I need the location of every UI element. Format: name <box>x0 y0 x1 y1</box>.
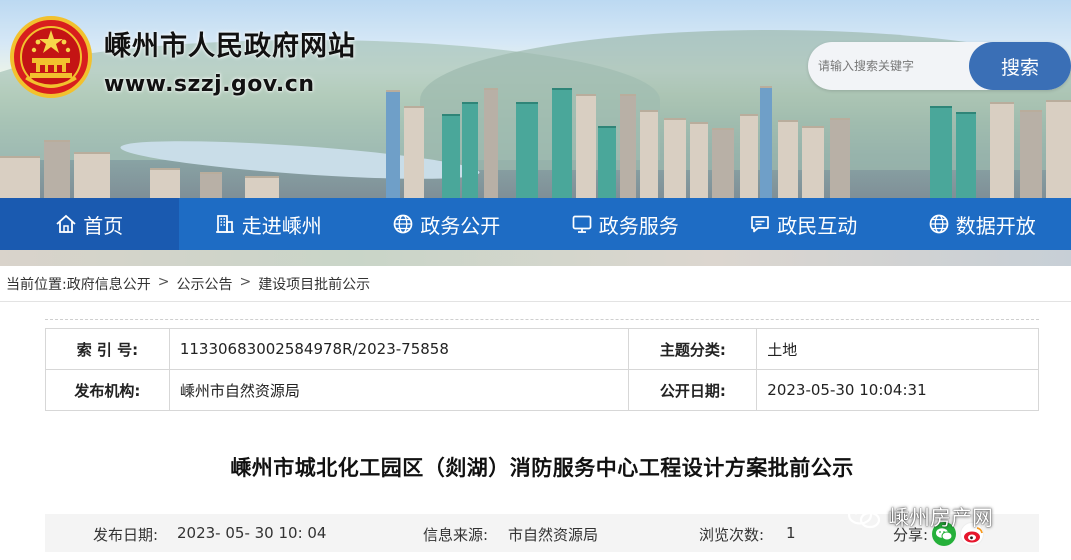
search-input[interactable] <box>818 52 968 80</box>
building-icon <box>214 213 236 235</box>
globe-icon <box>928 213 950 235</box>
header-banner: 嵊州市人民政府网站 www.szzj.gov.cn 搜索 <box>0 0 1071 198</box>
globe-icon <box>392 213 414 235</box>
watermark-text: 嵊州房产网 <box>888 506 993 530</box>
topic-value: 土地 <box>756 328 1039 370</box>
topic-label: 主题分类: <box>628 328 758 370</box>
publish-date-value: 2023- 05- 30 10: 04 <box>177 524 327 542</box>
nav-item-open-data[interactable]: 数据开放 <box>893 198 1071 250</box>
breadcrumb: 当前位置: 政府信息公开 > 公示公告 > 建设项目批前公示 <box>6 274 370 294</box>
nav-item-gov-info[interactable]: 政务公开 <box>357 198 536 250</box>
breadcrumb-prefix: 当前位置: <box>6 277 67 293</box>
source-label: 信息来源: <box>423 526 489 544</box>
views-value: 1 <box>786 524 796 542</box>
views-label: 浏览次数: <box>699 526 765 544</box>
nav-label: 首页 <box>83 213 124 238</box>
site-url[interactable]: www.szzj.gov.cn <box>104 72 315 97</box>
publisher-label: 发布机构: <box>45 369 170 411</box>
open-date-label: 公开日期: <box>628 369 758 411</box>
site-title: 嵊州市人民政府网站 <box>104 31 356 62</box>
search-box: 搜索 <box>808 42 1071 90</box>
breadcrumb-item-gov-info[interactable]: 政府信息公开 <box>67 274 151 294</box>
search-button[interactable]: 搜索 <box>969 42 1071 90</box>
main-nav: 首页 走进嵊州 政务公开 政务服务 政民互动 数据开放 <box>0 198 1071 250</box>
table-row: 索 引 号: 11330683002584978R/2023-75858 主题分… <box>45 328 1039 370</box>
nav-label: 走进嵊州 <box>241 213 322 238</box>
article-title: 嵊州市城北化工园区（剡湖）消防服务中心工程设计方案批前公示 <box>230 456 854 480</box>
nav-item-about[interactable]: 走进嵊州 <box>179 198 358 250</box>
national-emblem-icon <box>10 16 92 98</box>
index-label: 索 引 号: <box>45 328 170 370</box>
breadcrumb-item-notices[interactable]: 公示公告 <box>176 274 232 294</box>
nav-label: 数据开放 <box>955 213 1036 238</box>
open-date-value: 2023-05-30 10:04:31 <box>756 369 1039 411</box>
breadcrumb-separator: > <box>239 274 252 290</box>
index-value: 11330683002584978R/2023-75858 <box>168 328 630 370</box>
chat-icon <box>749 213 771 235</box>
watermark: 嵊州房产网 <box>846 502 993 532</box>
divider <box>0 301 1071 302</box>
info-meta-table: 索 引 号: 11330683002584978R/2023-75858 主题分… <box>45 328 1039 411</box>
nav-item-interaction[interactable]: 政民互动 <box>714 198 893 250</box>
table-row: 发布机构: 嵊州市自然资源局 公开日期: 2023-05-30 10:04:31 <box>45 369 1039 411</box>
breadcrumb-item-current[interactable]: 建设项目批前公示 <box>258 274 370 294</box>
monitor-icon <box>571 213 593 235</box>
nav-item-home[interactable]: 首页 <box>0 198 179 250</box>
breadcrumb-separator: > <box>157 274 170 290</box>
dashed-divider <box>45 319 1039 320</box>
banner-bottom-strip <box>0 250 1071 266</box>
nav-label: 政务公开 <box>420 213 501 238</box>
publisher-value: 嵊州市自然资源局 <box>168 369 630 411</box>
publish-date-label: 发布日期: <box>93 526 159 544</box>
wechat-logo-icon <box>847 505 881 529</box>
home-icon <box>55 213 77 235</box>
source-value: 市自然资源局 <box>508 526 599 544</box>
nav-label: 政务服务 <box>598 213 679 238</box>
nav-label: 政民互动 <box>777 213 858 238</box>
nav-item-gov-service[interactable]: 政务服务 <box>536 198 715 250</box>
